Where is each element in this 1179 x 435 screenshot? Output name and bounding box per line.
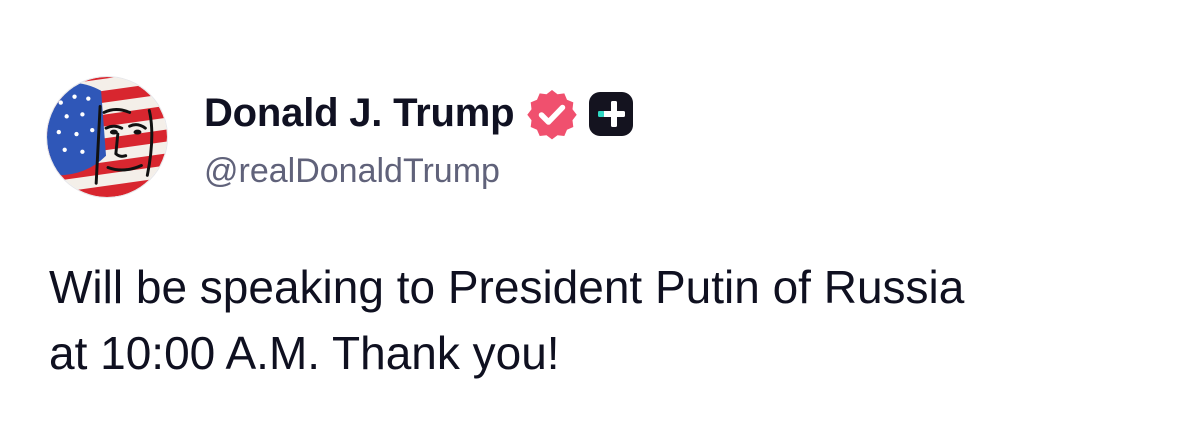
avatar[interactable] bbox=[46, 76, 168, 198]
verified-check-icon bbox=[526, 88, 578, 140]
author-identity: Donald J. Trump @realDonaldTrump bbox=[204, 84, 634, 191]
post-text: Will be speaking to President Putin of R… bbox=[49, 261, 965, 379]
plus-badge-icon bbox=[588, 91, 634, 137]
avatar-image bbox=[47, 77, 167, 197]
author-handle[interactable]: @realDonaldTrump bbox=[204, 152, 634, 191]
author-display-name[interactable]: Donald J. Trump bbox=[204, 91, 515, 136]
post-header: Donald J. Trump @realDonaldTrump bbox=[46, 76, 634, 198]
author-name-row: Donald J. Trump bbox=[204, 84, 634, 144]
post-card: Donald J. Trump @realDonaldTrump Will be… bbox=[0, 0, 1179, 435]
